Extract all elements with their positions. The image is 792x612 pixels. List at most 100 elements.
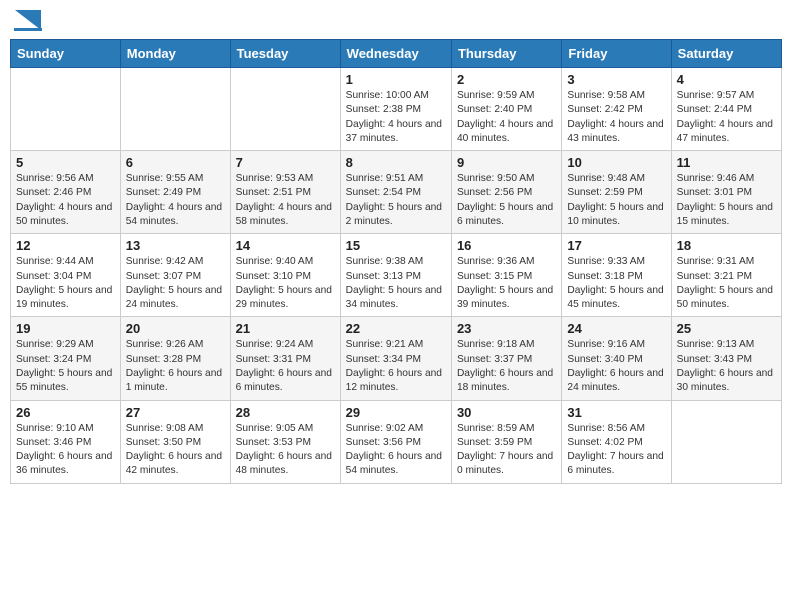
day-number: 8 bbox=[346, 155, 446, 170]
calendar-cell: 18 Sunrise: 9:31 AM Sunset: 3:21 PM Dayli… bbox=[671, 234, 781, 317]
day-number: 25 bbox=[677, 321, 776, 336]
calendar-cell: 15Sunrise: 9:38 AM Sunset: 3:13 PM Dayli… bbox=[340, 234, 451, 317]
calendar-cell: 13 Sunrise: 9:42 AM Sunset: 3:07 PM Dayli… bbox=[120, 234, 230, 317]
calendar-cell: 10 Sunrise: 9:48 AM Sunset: 2:59 PM Dayli… bbox=[562, 151, 671, 234]
calendar-cell: 9 Sunrise: 9:50 AM Sunset: 2:56 PM Daylig… bbox=[451, 151, 561, 234]
day-info: Sunrise: 9:31 AM Sunset: 3:21 PM Dayligh… bbox=[677, 255, 776, 312]
day-number: 22 bbox=[346, 321, 446, 336]
day-number: 13 bbox=[126, 238, 225, 253]
day-number: 6 bbox=[126, 155, 225, 170]
day-of-week-header: Saturday bbox=[671, 40, 781, 68]
day-info: Sunrise: 9:57 AM Sunset: 2:44 PM Dayligh… bbox=[677, 89, 776, 146]
calendar-table: SundayMondayTuesdayWednesdayThursdayFrid… bbox=[10, 39, 782, 484]
day-of-week-header: Thursday bbox=[451, 40, 561, 68]
calendar-cell: 27Sunrise: 9:08 AM Sunset: 3:50 PM Dayli… bbox=[120, 400, 230, 483]
day-number: 21 bbox=[236, 321, 335, 336]
calendar-cell: 16 Sunrise: 9:36 AM Sunset: 3:15 PM Dayli… bbox=[451, 234, 561, 317]
day-info: Sunrise: 9:38 AM Sunset: 3:13 PM Dayligh… bbox=[346, 255, 446, 312]
day-number: 26 bbox=[16, 405, 115, 420]
calendar-cell bbox=[671, 400, 781, 483]
calendar-cell: 2 Sunrise: 9:59 AM Sunset: 2:40 PM Daylig… bbox=[451, 68, 561, 151]
calendar-cell: 7Sunrise: 9:53 AM Sunset: 2:51 PM Daylig… bbox=[230, 151, 340, 234]
day-info: Sunrise: 9:13 AM Sunset: 3:43 PM Dayligh… bbox=[677, 338, 776, 395]
calendar-week-row: 19 Sunrise: 9:29 AM Sunset: 3:24 PM Dayli… bbox=[11, 317, 782, 400]
day-info: Sunrise: 9:36 AM Sunset: 3:15 PM Dayligh… bbox=[457, 255, 556, 312]
day-info: Sunrise: 9:42 AM Sunset: 3:07 PM Dayligh… bbox=[126, 255, 225, 312]
calendar-week-row: 12 Sunrise: 9:44 AM Sunset: 3:04 PM Dayli… bbox=[11, 234, 782, 317]
day-info: Sunrise: 9:02 AM Sunset: 3:56 PM Dayligh… bbox=[346, 422, 446, 479]
calendar-header-row: SundayMondayTuesdayWednesdayThursdayFrid… bbox=[11, 40, 782, 68]
day-info: Sunrise: 9:44 AM Sunset: 3:04 PM Dayligh… bbox=[16, 255, 115, 312]
day-number: 10 bbox=[567, 155, 665, 170]
calendar-week-row: 5Sunrise: 9:56 AM Sunset: 2:46 PM Daylig… bbox=[11, 151, 782, 234]
day-info: Sunrise: 9:51 AM Sunset: 2:54 PM Dayligh… bbox=[346, 172, 446, 229]
calendar-cell: 30 Sunrise: 8:59 AM Sunset: 3:59 PM Dayli… bbox=[451, 400, 561, 483]
day-info: Sunrise: 9:10 AM Sunset: 3:46 PM Dayligh… bbox=[16, 422, 115, 479]
day-number: 24 bbox=[567, 321, 665, 336]
day-number: 1 bbox=[346, 72, 446, 87]
day-info: Sunrise: 9:05 AM Sunset: 3:53 PM Dayligh… bbox=[236, 422, 335, 479]
day-info: Sunrise: 10:00 AM Sunset: 2:38 PM Daylig… bbox=[346, 89, 446, 146]
logo-underline bbox=[14, 28, 42, 31]
calendar-cell: 26 Sunrise: 9:10 AM Sunset: 3:46 PM Dayli… bbox=[11, 400, 121, 483]
day-info: Sunrise: 9:08 AM Sunset: 3:50 PM Dayligh… bbox=[126, 422, 225, 479]
day-number: 20 bbox=[126, 321, 225, 336]
day-info: Sunrise: 9:18 AM Sunset: 3:37 PM Dayligh… bbox=[457, 338, 556, 395]
calendar-cell bbox=[230, 68, 340, 151]
day-number: 17 bbox=[567, 238, 665, 253]
calendar-cell: 19 Sunrise: 9:29 AM Sunset: 3:24 PM Dayli… bbox=[11, 317, 121, 400]
day-info: Sunrise: 9:50 AM Sunset: 2:56 PM Dayligh… bbox=[457, 172, 556, 229]
day-number: 4 bbox=[677, 72, 776, 87]
day-info: Sunrise: 8:59 AM Sunset: 3:59 PM Dayligh… bbox=[457, 422, 556, 479]
calendar-cell: 4 Sunrise: 9:57 AM Sunset: 2:44 PM Daylig… bbox=[671, 68, 781, 151]
day-number: 31 bbox=[567, 405, 665, 420]
calendar-week-row: 1 Sunrise: 10:00 AM Sunset: 2:38 PM Dayli… bbox=[11, 68, 782, 151]
day-number: 18 bbox=[677, 238, 776, 253]
calendar-cell: 28 Sunrise: 9:05 AM Sunset: 3:53 PM Dayli… bbox=[230, 400, 340, 483]
calendar-cell: 31 Sunrise: 8:56 AM Sunset: 4:02 PM Dayli… bbox=[562, 400, 671, 483]
day-info: Sunrise: 9:26 AM Sunset: 3:28 PM Dayligh… bbox=[126, 338, 225, 395]
day-number: 3 bbox=[567, 72, 665, 87]
day-info: Sunrise: 8:56 AM Sunset: 4:02 PM Dayligh… bbox=[567, 422, 665, 479]
day-info: Sunrise: 9:55 AM Sunset: 2:49 PM Dayligh… bbox=[126, 172, 225, 229]
calendar-cell: 3Sunrise: 9:58 AM Sunset: 2:42 PM Daylig… bbox=[562, 68, 671, 151]
calendar-cell: 17 Sunrise: 9:33 AM Sunset: 3:18 PM Dayli… bbox=[562, 234, 671, 317]
calendar-cell: 14 Sunrise: 9:40 AM Sunset: 3:10 PM Dayli… bbox=[230, 234, 340, 317]
day-info: Sunrise: 9:24 AM Sunset: 3:31 PM Dayligh… bbox=[236, 338, 335, 395]
calendar-cell: 12 Sunrise: 9:44 AM Sunset: 3:04 PM Dayli… bbox=[11, 234, 121, 317]
calendar-week-row: 26 Sunrise: 9:10 AM Sunset: 3:46 PM Dayli… bbox=[11, 400, 782, 483]
day-number: 14 bbox=[236, 238, 335, 253]
calendar-cell bbox=[120, 68, 230, 151]
calendar-cell: 6 Sunrise: 9:55 AM Sunset: 2:49 PM Daylig… bbox=[120, 151, 230, 234]
calendar-cell: 29 Sunrise: 9:02 AM Sunset: 3:56 PM Dayli… bbox=[340, 400, 451, 483]
day-number: 23 bbox=[457, 321, 556, 336]
day-info: Sunrise: 9:33 AM Sunset: 3:18 PM Dayligh… bbox=[567, 255, 665, 312]
day-number: 2 bbox=[457, 72, 556, 87]
day-number: 11 bbox=[677, 155, 776, 170]
calendar-cell: 25 Sunrise: 9:13 AM Sunset: 3:43 PM Dayli… bbox=[671, 317, 781, 400]
day-info: Sunrise: 9:40 AM Sunset: 3:10 PM Dayligh… bbox=[236, 255, 335, 312]
day-number: 29 bbox=[346, 405, 446, 420]
logo-text bbox=[14, 10, 42, 30]
day-number: 16 bbox=[457, 238, 556, 253]
day-number: 7 bbox=[236, 155, 335, 170]
day-of-week-header: Tuesday bbox=[230, 40, 340, 68]
day-info: Sunrise: 9:16 AM Sunset: 3:40 PM Dayligh… bbox=[567, 338, 665, 395]
day-number: 5 bbox=[16, 155, 115, 170]
calendar-cell: 21 Sunrise: 9:24 AM Sunset: 3:31 PM Dayli… bbox=[230, 317, 340, 400]
day-info: Sunrise: 9:59 AM Sunset: 2:40 PM Dayligh… bbox=[457, 89, 556, 146]
calendar-cell: 20 Sunrise: 9:26 AM Sunset: 3:28 PM Dayli… bbox=[120, 317, 230, 400]
day-of-week-header: Wednesday bbox=[340, 40, 451, 68]
day-info: Sunrise: 9:21 AM Sunset: 3:34 PM Dayligh… bbox=[346, 338, 446, 395]
logo-icon bbox=[15, 10, 41, 30]
day-number: 12 bbox=[16, 238, 115, 253]
day-number: 30 bbox=[457, 405, 556, 420]
day-info: Sunrise: 9:29 AM Sunset: 3:24 PM Dayligh… bbox=[16, 338, 115, 395]
calendar-cell: 1 Sunrise: 10:00 AM Sunset: 2:38 PM Dayli… bbox=[340, 68, 451, 151]
day-number: 28 bbox=[236, 405, 335, 420]
day-number: 19 bbox=[16, 321, 115, 336]
day-number: 9 bbox=[457, 155, 556, 170]
day-info: Sunrise: 9:48 AM Sunset: 2:59 PM Dayligh… bbox=[567, 172, 665, 229]
calendar-cell: 23 Sunrise: 9:18 AM Sunset: 3:37 PM Dayli… bbox=[451, 317, 561, 400]
calendar-cell: 11Sunrise: 9:46 AM Sunset: 3:01 PM Dayli… bbox=[671, 151, 781, 234]
